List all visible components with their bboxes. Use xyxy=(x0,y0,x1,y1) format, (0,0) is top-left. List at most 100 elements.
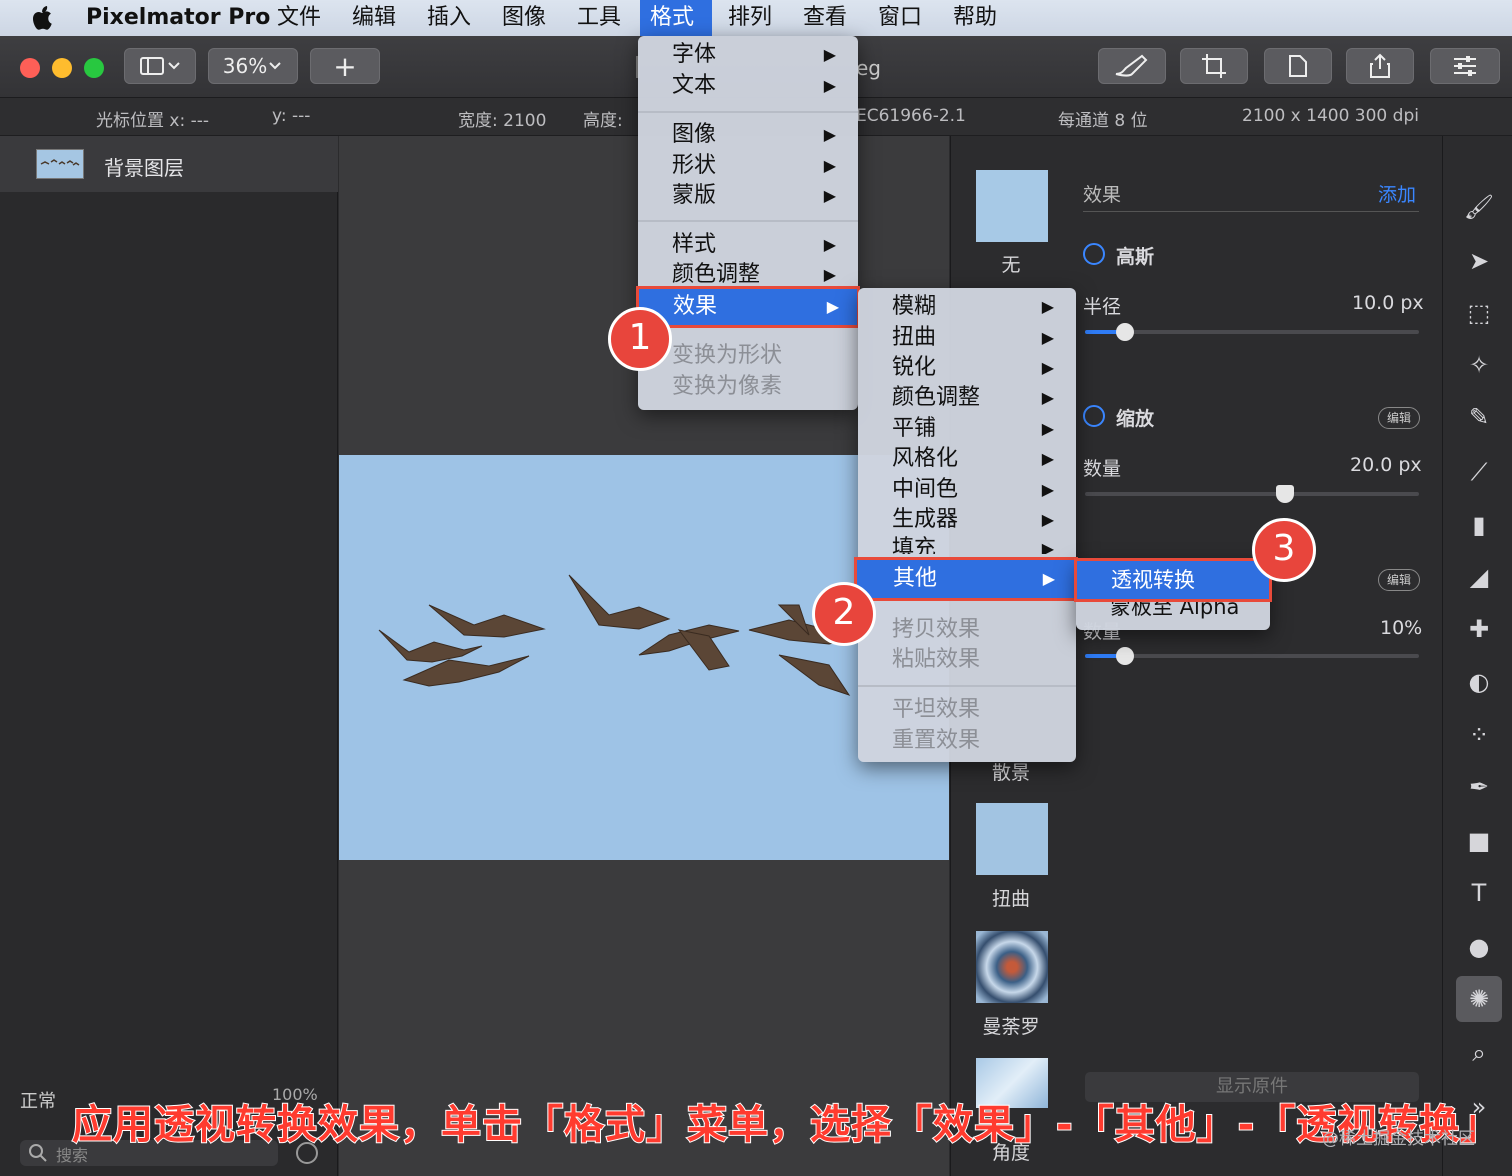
effect3-slider[interactable] xyxy=(1085,654,1419,658)
layer-thumbnail xyxy=(36,149,84,179)
submenu-item-stylize[interactable]: 风格化 ▶ xyxy=(858,444,1076,474)
submenu-item-tile[interactable]: 平铺 ▶ xyxy=(858,414,1076,444)
menu-insert[interactable]: 插入 xyxy=(417,0,481,36)
menu-item-mask[interactable]: 蒙版 ▶ xyxy=(638,181,858,211)
blend-mode[interactable]: 正常 xyxy=(20,1087,56,1113)
add-button[interactable]: + xyxy=(310,48,380,84)
submenu-item-color-adjust[interactable]: 颜色调整 ▶ xyxy=(858,383,1076,413)
menu-tools[interactable]: 工具 xyxy=(567,0,631,36)
search-icon xyxy=(29,1144,47,1162)
effect-label-mandala: 曼荼罗 xyxy=(982,1016,1040,1038)
effects-tool-icon: ✺ xyxy=(1468,985,1490,1013)
color-profile-readout: EC61966-2.1 xyxy=(856,106,966,126)
magic-select-icon[interactable]: ✧ xyxy=(1462,348,1496,382)
effect-thumb-distort[interactable] xyxy=(976,803,1048,875)
submenu-item-generator[interactable]: 生成器 ▶ xyxy=(858,505,1076,535)
adjustments-button[interactable] xyxy=(1430,48,1500,84)
submenu-item-perspective-transform[interactable]: 透视转换 xyxy=(1074,558,1272,602)
effect2-edit-button[interactable]: 编辑 xyxy=(1378,407,1420,429)
step-badge-3: 3 xyxy=(1252,518,1316,582)
effect1-slider[interactable] xyxy=(1085,330,1419,334)
menu-item-label: 生成器 xyxy=(892,507,959,532)
document-icon xyxy=(1289,55,1307,77)
menu-item-label: 颜色调整 xyxy=(892,385,981,410)
menu-item-shape[interactable]: 形状 ▶ xyxy=(638,151,858,181)
menu-item-label: 中间色 xyxy=(892,477,959,502)
menu-format[interactable]: 格式 xyxy=(640,0,712,36)
menu-item-image[interactable]: 图像 ▶ xyxy=(638,120,858,150)
style-tool-icon[interactable]: 🖌 xyxy=(1462,190,1496,224)
menu-image[interactable]: 图像 xyxy=(492,0,556,36)
menu-item-font[interactable]: 字体 ▶ xyxy=(638,40,858,70)
submenu-item-reset-effects[interactable]: 重置效果 xyxy=(858,726,1076,756)
effect2-slider[interactable] xyxy=(1085,492,1419,496)
menu-edit[interactable]: 编辑 xyxy=(342,0,406,36)
sidebar-toggle-button[interactable] xyxy=(124,48,196,84)
effect-label-none: 无 xyxy=(1001,254,1021,276)
effect2-name[interactable]: 缩放 xyxy=(1116,404,1154,431)
zoom-select[interactable]: 36% xyxy=(208,48,298,84)
effect1-value[interactable]: 10.0 px xyxy=(1352,292,1424,314)
add-effect-button[interactable]: 添加 xyxy=(1378,180,1416,207)
effect1-name[interactable]: 高斯 xyxy=(1116,242,1154,269)
selection-tool-icon[interactable]: ⬚ xyxy=(1462,296,1496,330)
share-button[interactable] xyxy=(1346,48,1414,84)
zoom-tool-icon[interactable]: ⌕ xyxy=(1462,1036,1496,1070)
menu-arrange[interactable]: 排列 xyxy=(718,0,782,36)
document-button[interactable] xyxy=(1264,48,1332,84)
menu-view[interactable]: 查看 xyxy=(793,0,857,36)
shape-icon[interactable]: ■ xyxy=(1462,824,1496,858)
submenu-arrow-icon: ▶ xyxy=(1041,539,1054,554)
arrow-tool-icon[interactable]: ➤ xyxy=(1462,244,1496,278)
menu-window[interactable]: 窗口 xyxy=(868,0,932,36)
effect1-toggle[interactable] xyxy=(1083,243,1105,265)
menu-file[interactable]: 文件 xyxy=(267,0,331,36)
menu-item-convert-to-pixels[interactable]: 变换为像素 xyxy=(638,372,858,402)
submenu-item-copy-effects[interactable]: 拷贝效果 xyxy=(858,615,1076,645)
submenu-arrow-icon: ▶ xyxy=(1041,297,1054,316)
app-menu[interactable]: Pixelmator Pro xyxy=(76,0,280,36)
submenu-item-flatten-effects[interactable]: 平坦效果 xyxy=(858,695,1076,725)
bandage-icon[interactable]: ✚ xyxy=(1462,612,1496,646)
effect3-slider-knob[interactable] xyxy=(1116,647,1135,665)
zoom-window-button[interactable] xyxy=(84,58,104,78)
width-readout: 宽度: 2100 xyxy=(458,111,547,131)
sidebar-icon xyxy=(140,57,180,75)
paint-brush-icon[interactable]: ⟋ xyxy=(1462,455,1496,489)
submenu-arrow-icon: ▶ xyxy=(823,186,836,205)
clone-icon[interactable]: ◐ xyxy=(1462,665,1496,699)
submenu-item-other[interactable]: 其他 ▶ xyxy=(854,557,1078,601)
menu-help[interactable]: 帮助 xyxy=(943,0,1007,36)
submenu-item-fill[interactable]: 填充 ▶ xyxy=(858,534,1076,554)
submenu-item-paste-effects[interactable]: 粘贴效果 xyxy=(858,645,1076,675)
blur-tool-icon[interactable]: ⁘ xyxy=(1462,718,1496,752)
submenu-item-blur[interactable]: 模糊 ▶ xyxy=(858,292,1076,322)
color-adjust-icon[interactable]: ● xyxy=(1462,930,1496,964)
eraser-icon[interactable]: ◢ xyxy=(1462,560,1496,594)
apple-icon[interactable] xyxy=(32,5,54,31)
gradient-icon[interactable]: ▮ xyxy=(1462,508,1496,542)
submenu-item-halftone[interactable]: 中间色 ▶ xyxy=(858,475,1076,505)
effect2-value[interactable]: 20.0 px xyxy=(1350,454,1422,476)
color-picker-icon[interactable]: ✎ xyxy=(1462,400,1496,434)
effect1-slider-knob[interactable] xyxy=(1116,323,1135,341)
effect3-value[interactable]: 10% xyxy=(1380,617,1422,639)
pen-icon[interactable]: ✒ xyxy=(1462,770,1496,804)
menu-item-label: 平坦效果 xyxy=(892,697,981,722)
menu-item-style[interactable]: 样式 ▶ xyxy=(638,230,858,260)
menu-item-effects[interactable]: 效果 ▶ xyxy=(636,286,860,328)
menu-item-text[interactable]: 文本 ▶ xyxy=(638,71,858,101)
effect-thumb-none[interactable] xyxy=(976,170,1048,242)
effect3-edit-button[interactable]: 编辑 xyxy=(1378,569,1420,591)
menu-item-label: 模糊 xyxy=(892,294,937,319)
text-tool-icon[interactable]: T xyxy=(1462,876,1496,910)
crop-button[interactable] xyxy=(1180,48,1248,84)
effect-thumb-mandala[interactable] xyxy=(976,931,1048,1003)
zoom-value: 36% xyxy=(222,54,268,78)
close-window-button[interactable] xyxy=(20,58,40,78)
effect2-toggle[interactable] xyxy=(1083,405,1105,427)
retouch-button[interactable] xyxy=(1098,48,1166,84)
submenu-item-distort[interactable]: 扭曲 ▶ xyxy=(858,323,1076,353)
submenu-item-sharpen[interactable]: 锐化 ▶ xyxy=(858,353,1076,383)
minimize-window-button[interactable] xyxy=(52,58,72,78)
